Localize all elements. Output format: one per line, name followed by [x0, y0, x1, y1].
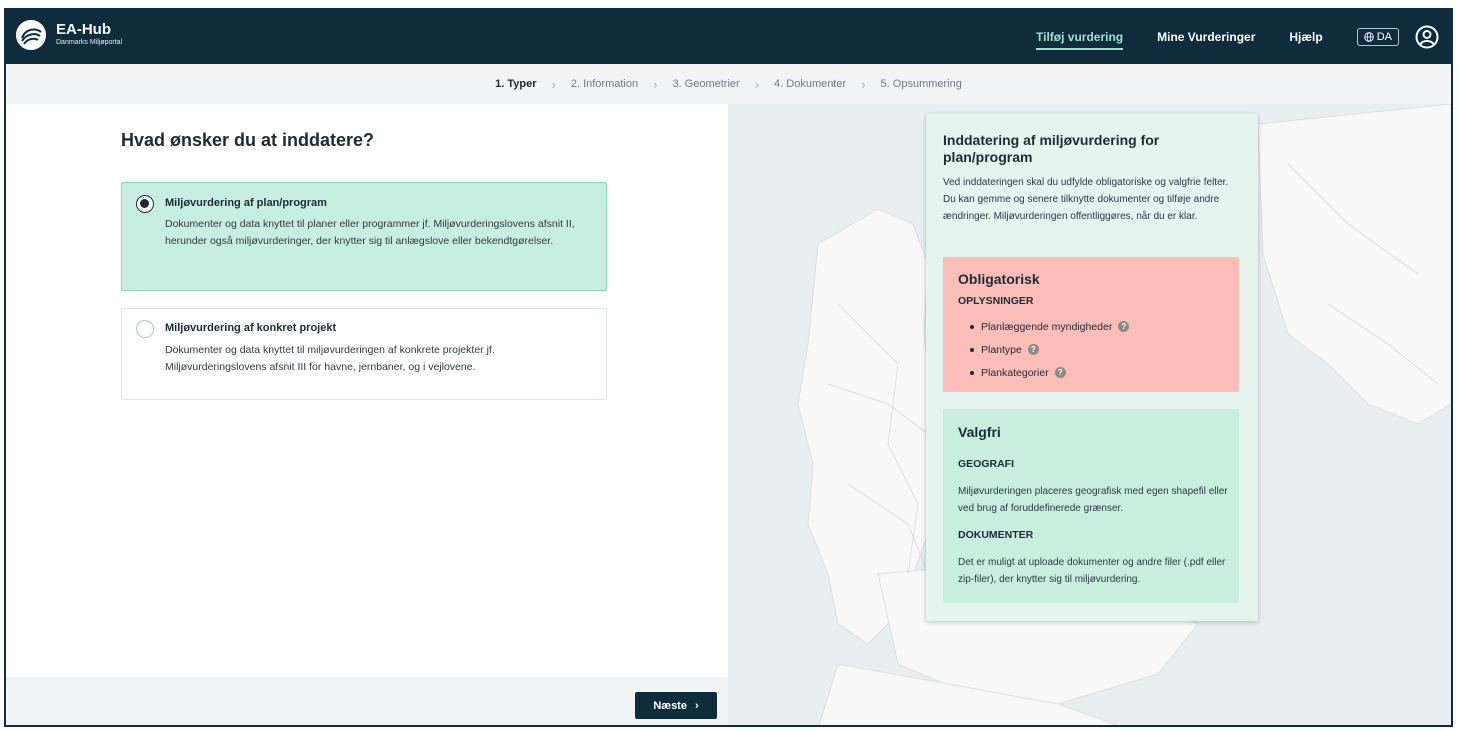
brand[interactable]: EA-Hub Danmarks Miljøportal: [56, 22, 122, 47]
app-title: EA-Hub: [56, 21, 111, 38]
required-list: Planlæggende myndigheder? Plantype? Plan…: [970, 315, 1130, 384]
step-dokumenter[interactable]: 4. Dokumenter: [763, 78, 857, 90]
required-box: Obligatorisk OPLYSNINGER Planlæggende my…: [943, 257, 1239, 392]
required-item-label: Planlæggende myndigheder: [981, 320, 1113, 333]
chevron-right-icon: ›: [754, 76, 760, 92]
optional-title: Valgfri: [958, 424, 1001, 440]
help-icon[interactable]: ?: [1054, 367, 1066, 378]
chevron-right-icon: ›: [653, 76, 658, 92]
nav-tilfoej-vurdering[interactable]: Tilføj vurdering: [1036, 30, 1124, 50]
list-item: Plantype?: [970, 338, 1129, 361]
next-button[interactable]: Næste ›: [635, 692, 717, 719]
map-panel[interactable]: Inddatering af miljøvurdering for plan/p…: [728, 104, 1451, 725]
list-item: Planlæggende myndigheder?: [970, 315, 1130, 338]
nav-mine-vurderinger[interactable]: Mine Vurderinger: [1157, 30, 1255, 44]
step-information[interactable]: 2. Information: [560, 78, 649, 90]
app-subtitle: Danmarks Miljøportal: [56, 39, 123, 46]
chevron-right-icon: ›: [694, 699, 699, 712]
chevron-right-icon: ›: [861, 76, 866, 92]
info-title: Inddatering af miljøvurdering for plan/p…: [943, 132, 1160, 165]
geografi-title: GEOGRAFI: [958, 458, 1015, 470]
required-title: Obligatorisk: [958, 271, 1040, 287]
form-footer: Næste ›: [6, 677, 728, 725]
info-card: Inddatering af miljøvurdering for plan/p…: [926, 114, 1258, 621]
globe-icon: [1363, 32, 1374, 42]
app-window: EA-Hub Danmarks Miljøportal Tilføj vurde…: [4, 8, 1453, 727]
stepper: 1. Typer › 2. Information › 3. Geometrie…: [6, 64, 1451, 104]
next-button-label: Næste: [653, 699, 687, 712]
required-item-label: Plankategorier: [981, 366, 1049, 379]
dokumenter-title: DOKUMENTER: [958, 529, 1034, 541]
option-plan-program[interactable]: Miljøvurdering af plan/program Dokumente…: [121, 182, 607, 291]
top-navigation-bar: EA-Hub Danmarks Miljøportal Tilføj vurde…: [6, 10, 1451, 64]
nav-hjaelp[interactable]: Hjælp: [1289, 30, 1322, 44]
list-item: Plankategorier?: [970, 361, 1129, 384]
option-konkret-projekt[interactable]: Miljøvurdering af konkret projekt Dokume…: [121, 308, 607, 400]
logo-icon[interactable]: [16, 20, 46, 50]
step-geometrier[interactable]: 3. Geometrier: [661, 78, 750, 90]
info-text: Ved inddateringen skal du udfylde obliga…: [943, 177, 1229, 222]
chevron-right-icon: ›: [551, 76, 556, 92]
required-item-label: Plantype: [981, 343, 1022, 356]
language-button[interactable]: DA: [1356, 28, 1399, 46]
dokumenter-text: Det er muligt at uploade dokumenter og a…: [958, 557, 1226, 585]
step-opsummering[interactable]: 5. Opsummering: [870, 78, 973, 90]
form-panel: Hvad ønsker du at inddatere? Miljøvurder…: [6, 104, 728, 725]
geografi-text: Miljøvurderingen placeres geografisk med…: [958, 486, 1228, 514]
main-nav: Tilføj vurdering Mine Vurderinger Hjælp …: [1036, 10, 1451, 64]
required-subtitle: OPLYSNINGER: [958, 295, 1034, 307]
option-description: Dokumenter og data knyttet til planer el…: [165, 218, 575, 247]
step-typer[interactable]: 1. Typer: [484, 78, 547, 90]
language-label: DA: [1376, 31, 1392, 43]
option-title: Miljøvurdering af plan/program: [165, 197, 327, 209]
option-title: Miljøvurdering af konkret projekt: [165, 322, 337, 334]
radio-konkret-projekt[interactable]: [136, 320, 154, 338]
user-profile-icon[interactable]: [1415, 25, 1439, 49]
radio-plan-program[interactable]: [136, 195, 154, 213]
option-description: Dokumenter og data knyttet til miljøvurd…: [165, 344, 495, 373]
optional-box: Valgfri GEOGRAFI Miljøvurderingen placer…: [943, 409, 1239, 603]
help-icon[interactable]: ?: [1027, 344, 1039, 355]
page-title: Hvad ønsker du at inddatere?: [121, 130, 375, 150]
help-icon[interactable]: ?: [1118, 321, 1130, 332]
